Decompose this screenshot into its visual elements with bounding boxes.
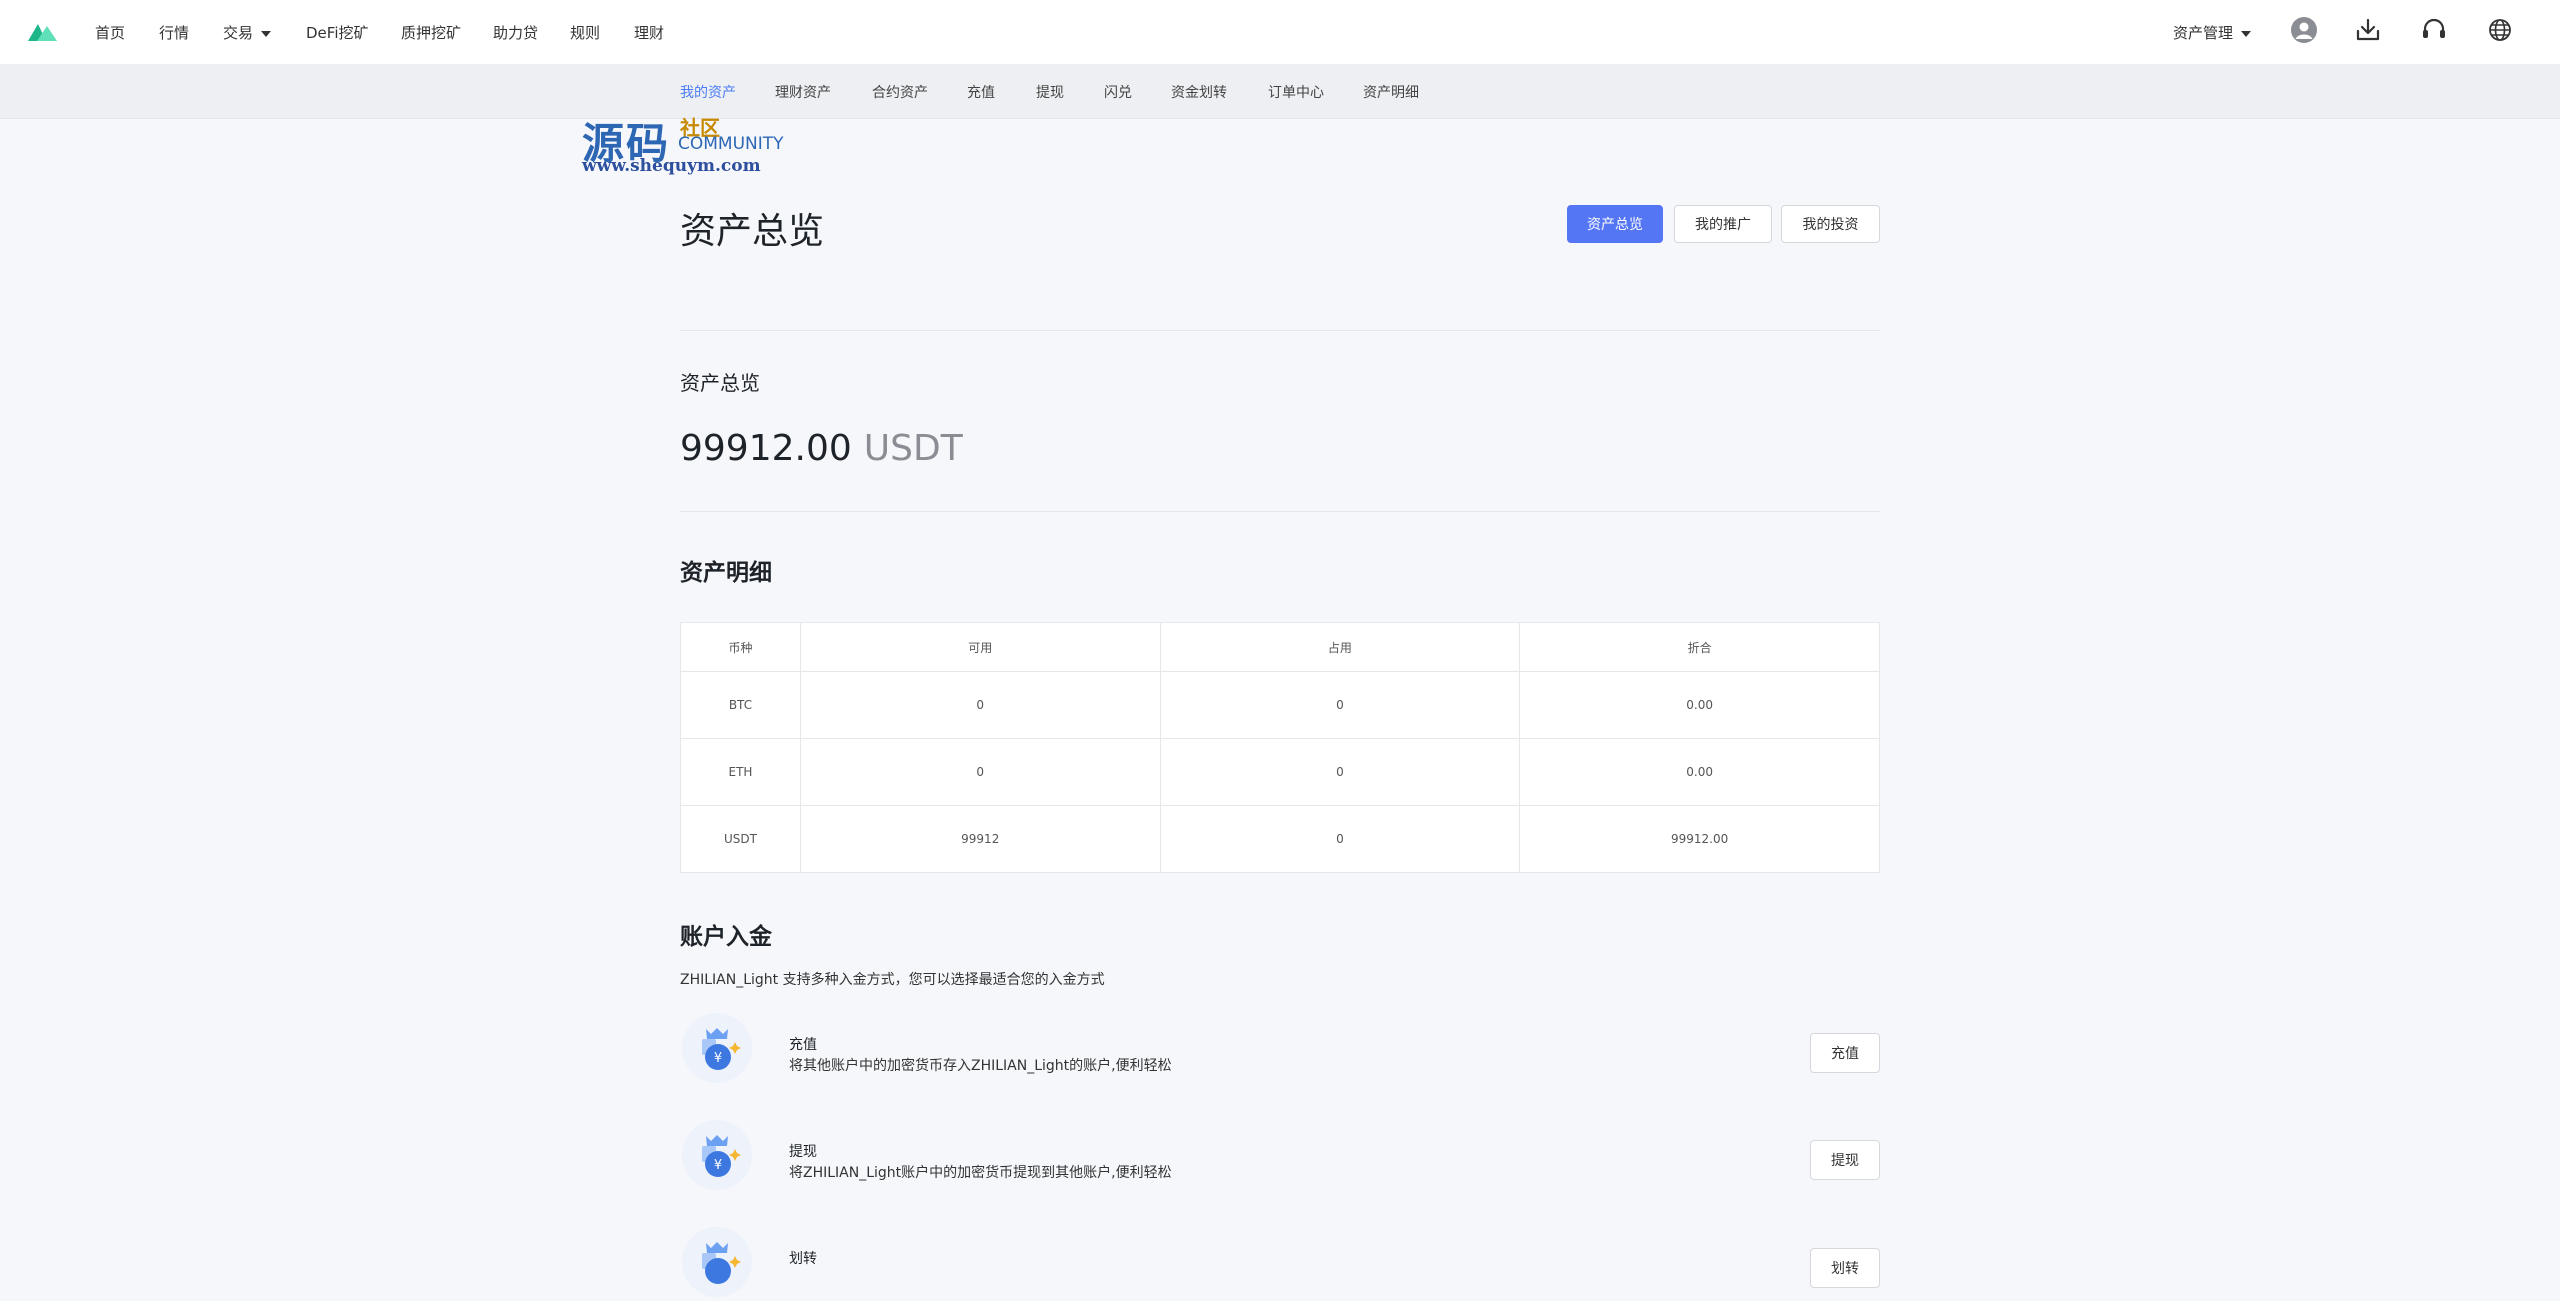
asset-details-title: 资产明细: [680, 560, 772, 586]
chevron-down-icon: [2241, 30, 2252, 37]
nav-trade[interactable]: 交易: [223, 22, 272, 43]
transfer-button[interactable]: 划转: [1810, 1248, 1880, 1288]
method-desc-deposit: 将其他账户中的加密货币存入ZHILIAN_Light的账户,便利轻松: [789, 1058, 1172, 1074]
tab-order-center[interactable]: 订单中心: [1268, 82, 1324, 102]
svg-text:¥: ¥: [714, 1051, 722, 1066]
tab-flash-swap[interactable]: 闪兑: [1104, 82, 1132, 102]
divider: [680, 511, 1880, 512]
tab-fund-transfer[interactable]: 资金划转: [1171, 82, 1227, 102]
table-row: ETH 0 0 0.00: [680, 738, 1880, 806]
user-icon[interactable]: [2290, 16, 2318, 44]
nav-defi-mining[interactable]: DeFi挖矿: [306, 22, 368, 43]
tab-contract-assets[interactable]: 合约资产: [872, 82, 928, 102]
table-cell: 99912.00: [1519, 805, 1880, 873]
asset-management-menu[interactable]: 资产管理: [2173, 22, 2252, 43]
tab-withdraw[interactable]: 提现: [1036, 82, 1064, 102]
column-header: 占用: [1159, 622, 1521, 672]
deposit-title: 账户入金: [680, 924, 772, 950]
nav-loan[interactable]: 助力贷: [493, 22, 538, 43]
method-title-deposit: 充值: [789, 1037, 817, 1053]
column-header: 折合: [1519, 622, 1880, 672]
overview-button[interactable]: 资产总览: [1567, 205, 1663, 243]
watermark-logo: 源码 社区 COMMUNITY www.shequym.com: [582, 110, 792, 180]
deposit-description: ZHILIAN_Light 支持多种入金方式，您可以选择最适合您的入金方式: [680, 972, 1105, 988]
svg-text:¥: ¥: [714, 1158, 722, 1173]
overview-label: 资产总览: [680, 371, 760, 395]
balance-amount: 99912.00: [680, 428, 852, 469]
divider: [680, 330, 1880, 331]
table-row: BTC 0 0 0.00: [680, 671, 1880, 739]
nav-finance[interactable]: 理财: [634, 22, 664, 43]
table-cell: 0: [799, 738, 1161, 806]
my-promotion-button[interactable]: 我的推广: [1674, 205, 1772, 243]
table-cell: 0: [799, 671, 1161, 739]
globe-icon[interactable]: [2486, 16, 2514, 44]
table-header-row: 币种 可用 占用 折合: [680, 622, 1880, 672]
table-cell: 0: [1159, 671, 1521, 739]
money-bag-icon: ¥: [682, 1120, 752, 1190]
watermark-community: COMMUNITY: [678, 134, 784, 154]
column-header: 可用: [799, 622, 1161, 672]
asset-details-table: 币种 可用 占用 折合 BTC 0 0 0.00 ETH 0 0 0.00 US…: [680, 622, 1880, 873]
money-bag-icon: [682, 1227, 752, 1297]
table-cell: 0: [1159, 738, 1521, 806]
tab-deposit[interactable]: 充值: [967, 82, 995, 102]
my-investment-button[interactable]: 我的投资: [1781, 205, 1880, 243]
nav-rules[interactable]: 规则: [570, 22, 600, 43]
total-balance: 99912.00 USDT: [680, 428, 963, 469]
tab-asset-details[interactable]: 资产明细: [1363, 82, 1419, 102]
logo-icon[interactable]: [28, 22, 58, 42]
table-cell: 0: [1159, 805, 1521, 873]
nav-staking[interactable]: 质押挖矿: [401, 22, 461, 43]
money-bag-icon: ¥: [682, 1013, 752, 1083]
top-navbar: 首页 行情 交易 DeFi挖矿 质押挖矿 助力贷 规则 理财 资产管理: [0, 0, 2560, 65]
tab-finance-assets[interactable]: 理财资产: [775, 82, 831, 102]
chevron-down-icon: [261, 30, 272, 37]
table-cell: ETH: [680, 738, 801, 806]
balance-unit: USDT: [863, 428, 963, 469]
withdraw-button[interactable]: 提现: [1810, 1140, 1880, 1180]
table-cell: 99912: [799, 805, 1161, 873]
watermark-url: www.shequym.com: [582, 156, 761, 176]
table-cell: 0.00: [1519, 738, 1880, 806]
asset-subnav: 我的资产 理财资产 合约资产 充值 提现 闪兑 资金划转 订单中心 资产明细: [0, 64, 2560, 119]
column-header: 币种: [680, 622, 801, 672]
table-cell: 0.00: [1519, 671, 1880, 739]
headset-icon[interactable]: [2420, 16, 2448, 44]
nav-home[interactable]: 首页: [95, 22, 125, 43]
nav-market[interactable]: 行情: [159, 22, 189, 43]
method-title-transfer: 划转: [789, 1251, 817, 1267]
table-cell: USDT: [680, 805, 801, 873]
download-icon[interactable]: [2354, 16, 2382, 44]
method-desc-withdraw: 将ZHILIAN_Light账户中的加密货币提现到其他账户,便利轻松: [789, 1165, 1172, 1181]
tab-my-assets[interactable]: 我的资产: [680, 82, 736, 102]
deposit-button[interactable]: 充值: [1810, 1033, 1880, 1073]
asset-management-label: 资产管理: [2173, 24, 2234, 42]
table-cell: BTC: [680, 671, 801, 739]
table-row: USDT 99912 0 99912.00: [680, 805, 1880, 873]
page-title: 资产总览: [680, 211, 825, 252]
nav-trade-label: 交易: [223, 24, 254, 42]
method-title-withdraw: 提现: [789, 1144, 817, 1160]
